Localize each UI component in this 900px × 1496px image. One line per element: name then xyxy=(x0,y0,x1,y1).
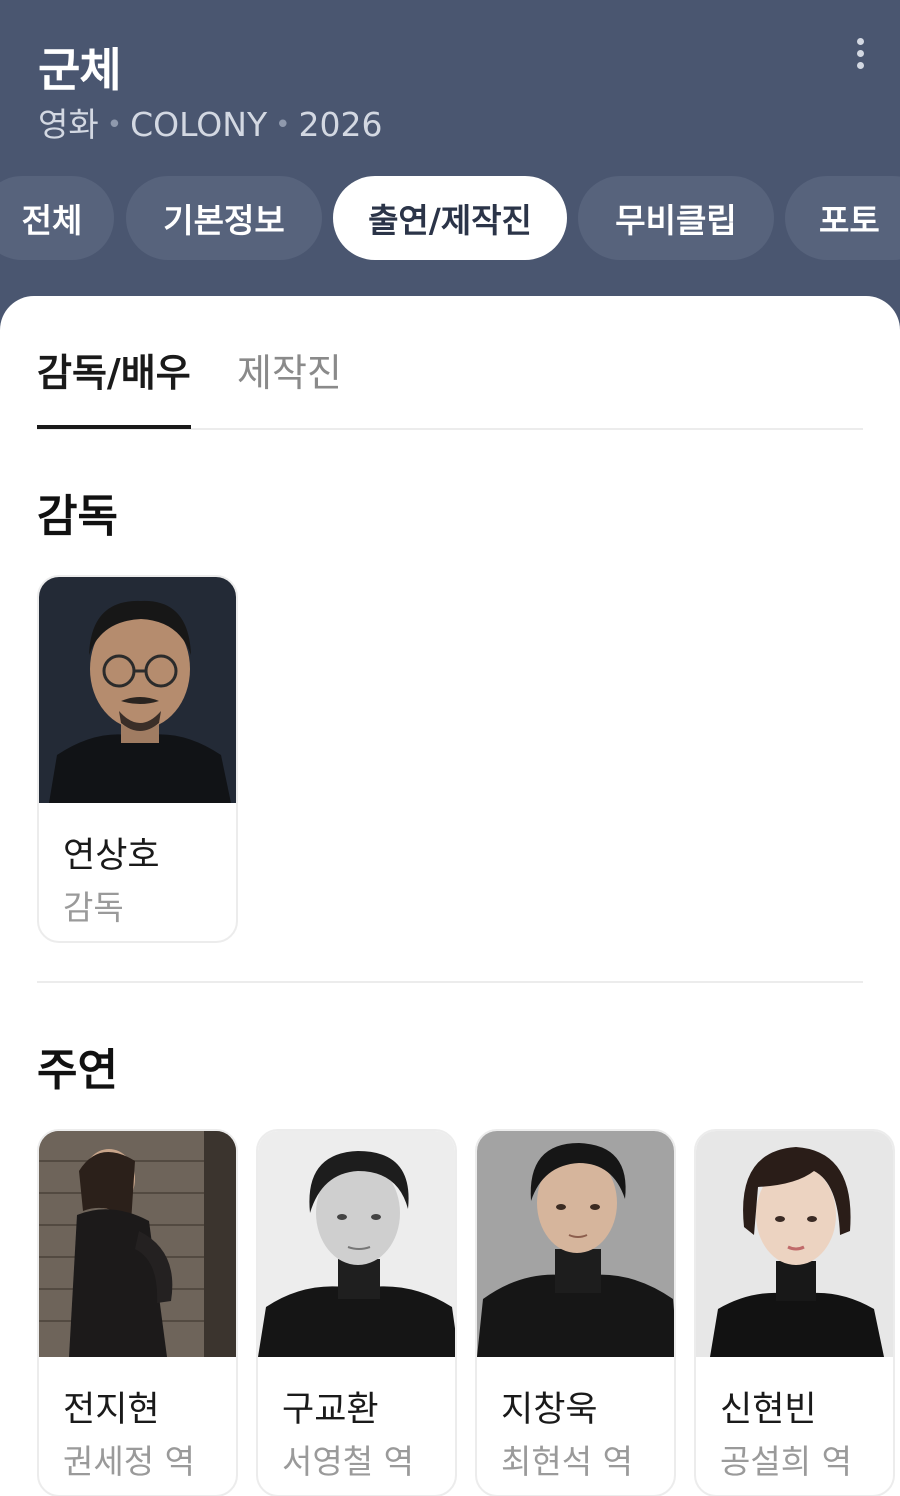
tab-label: 전체 xyxy=(21,201,83,240)
tab-label: 무비클립 xyxy=(615,201,737,240)
content-sheet: 감독/배우 제작진 감독 연상호 감독 주연 전지현 권세정 역 구교환 서영철… xyxy=(0,296,900,1496)
person-card[interactable]: 신현빈 공설희 역 xyxy=(694,1129,895,1496)
person-photo xyxy=(258,1131,455,1357)
person-card[interactable]: 구교환 서영철 역 xyxy=(256,1129,457,1496)
tab-label: 출연/제작진 xyxy=(368,201,532,240)
person-photo xyxy=(39,577,236,803)
person-name: 전지현 xyxy=(63,1390,160,1430)
meta-year: 2026 xyxy=(298,105,383,144)
person-name: 신현빈 xyxy=(720,1390,817,1430)
person-role: 감독 xyxy=(63,888,124,927)
tab-photos[interactable]: 포토 xyxy=(785,176,900,260)
section-divider xyxy=(37,981,863,983)
subtab-production-crew[interactable]: 제작진 xyxy=(237,342,342,397)
person-card[interactable]: 연상호 감독 xyxy=(37,575,238,943)
person-card[interactable]: 전지현 권세정 역 xyxy=(37,1129,238,1496)
sub-tabs: 감독/배우 제작진 xyxy=(37,296,863,430)
more-vertical-icon[interactable] xyxy=(850,38,870,74)
tab-basic-info[interactable]: 기본정보 xyxy=(126,176,322,260)
section-title-lead: 주연 xyxy=(37,1045,118,1096)
person-photo xyxy=(477,1131,674,1357)
person-name: 연상호 xyxy=(63,836,160,876)
page-meta: 영화 • COLONY • 2026 xyxy=(38,98,382,146)
tab-label: 기본정보 xyxy=(163,201,285,240)
header: 군체 영화 • COLONY • 2026 전체 기본정보 출연/제작진 무비클립 포토 xyxy=(0,0,900,300)
tab-label: 포토 xyxy=(819,201,880,240)
subtab-director-actors[interactable]: 감독/배우 xyxy=(37,342,191,397)
person-name: 구교환 xyxy=(282,1390,379,1430)
category-tabs: 전체 기본정보 출연/제작진 무비클립 포토 xyxy=(0,176,900,260)
page-title: 군체 xyxy=(38,43,122,97)
meta-separator: • xyxy=(275,110,291,140)
meta-separator: • xyxy=(106,110,123,140)
meta-genre: 영화 xyxy=(38,105,99,144)
tab-all[interactable]: 전체 xyxy=(0,176,114,260)
active-subtab-indicator xyxy=(37,425,191,429)
person-role: 권세정 역 xyxy=(63,1442,195,1481)
meta-english-title: COLONY xyxy=(130,105,268,144)
person-role: 서영철 역 xyxy=(282,1442,414,1481)
section-title-director: 감독 xyxy=(37,491,118,542)
tab-movie-clips[interactable]: 무비클립 xyxy=(578,176,774,260)
person-name: 지창욱 xyxy=(501,1390,598,1430)
tab-cast-crew[interactable]: 출연/제작진 xyxy=(333,176,567,260)
person-role: 최현석 역 xyxy=(501,1442,633,1481)
person-photo xyxy=(39,1131,236,1357)
person-photo xyxy=(696,1131,893,1357)
person-card[interactable]: 지창욱 최현석 역 xyxy=(475,1129,676,1496)
person-role: 공설희 역 xyxy=(720,1442,852,1481)
